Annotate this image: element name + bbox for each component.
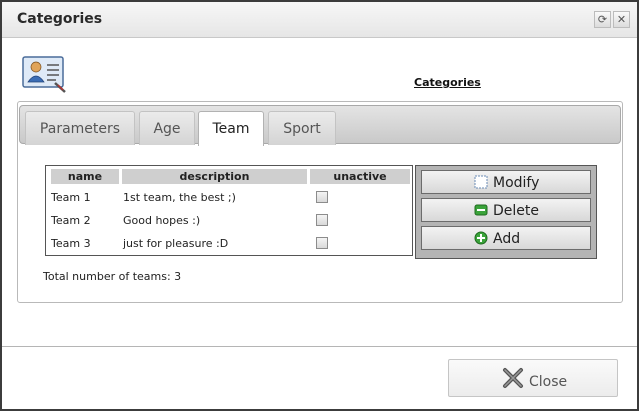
unactive-checkbox[interactable]	[316, 237, 328, 249]
table-row[interactable]: Team 3 just for pleasure :D	[46, 233, 412, 255]
delete-button[interactable]: Delete	[421, 198, 591, 222]
column-header-name[interactable]: name	[51, 169, 119, 184]
team-name: Team 3	[51, 237, 91, 250]
close-label: Close	[529, 374, 568, 390]
window-title: Categories	[17, 11, 103, 27]
tab-parameters[interactable]: Parameters	[25, 111, 135, 145]
close-button[interactable]: Close	[448, 359, 618, 397]
refresh-icon[interactable]: ⟳	[594, 11, 611, 28]
tab-team[interactable]: Team	[198, 111, 264, 146]
delete-label: Delete	[493, 203, 539, 219]
modify-icon	[474, 175, 488, 189]
teams-table: name description unactive Team 1 1st tea…	[45, 165, 413, 256]
delete-icon	[474, 203, 488, 217]
tab-age[interactable]: Age	[139, 111, 195, 145]
categories-icon	[22, 55, 67, 93]
table-row[interactable]: Team 2 Good hopes :)	[46, 210, 412, 232]
column-header-unactive[interactable]: unactive	[310, 169, 410, 184]
add-icon	[474, 231, 488, 245]
add-label: Add	[493, 231, 521, 247]
unactive-checkbox[interactable]	[316, 191, 328, 203]
team-description: just for pleasure :D	[123, 237, 229, 250]
team-description: Good hopes :)	[123, 214, 201, 227]
action-panel: Modify Delete Add	[415, 165, 597, 259]
add-button[interactable]: Add	[421, 226, 591, 250]
column-header-description[interactable]: description	[122, 169, 307, 184]
modify-label: Modify	[493, 175, 540, 191]
team-name: Team 1	[51, 191, 91, 204]
total-teams-text: Total number of teams: 3	[43, 270, 182, 283]
modify-button[interactable]: Modify	[421, 170, 591, 194]
close-x-icon	[502, 367, 524, 389]
categories-dialog: Categories ⟳ ✕ Categories Parameters Age…	[0, 0, 639, 411]
title-bar: Categories ⟳ ✕	[2, 2, 637, 38]
unactive-checkbox[interactable]	[316, 214, 328, 226]
table-row[interactable]: Team 1 1st team, the best ;)	[46, 187, 412, 209]
close-icon[interactable]: ✕	[613, 11, 630, 28]
team-name: Team 2	[51, 214, 91, 227]
tab-sport[interactable]: Sport	[268, 111, 336, 145]
footer-divider	[2, 346, 637, 347]
team-description: 1st team, the best ;)	[123, 191, 236, 204]
header-label: Categories	[414, 76, 481, 89]
